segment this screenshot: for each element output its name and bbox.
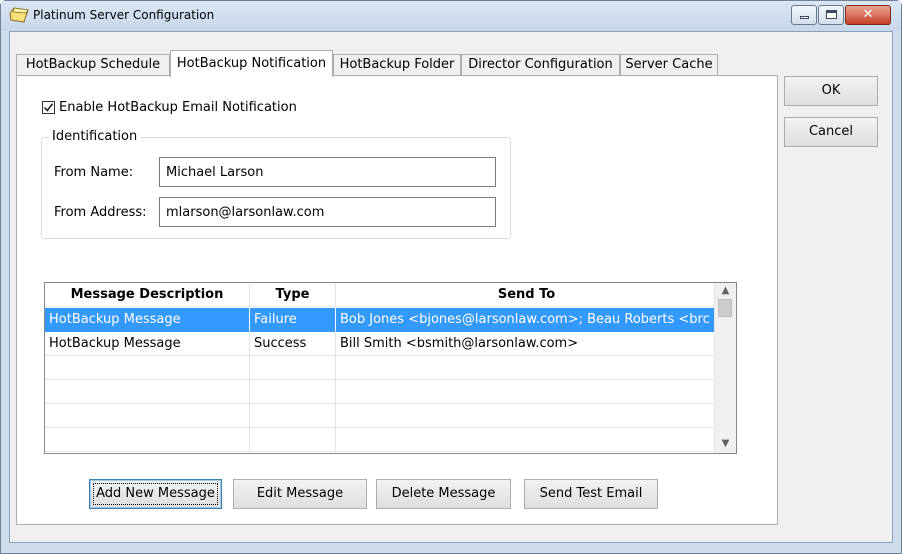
from-address-field[interactable]	[159, 197, 496, 227]
cell-description	[45, 404, 250, 428]
message-list-scrollbar[interactable]: ▲ ▼	[714, 283, 736, 453]
cell-description	[45, 428, 250, 452]
scroll-up-icon[interactable]: ▲	[715, 283, 736, 299]
message-row[interactable]: HotBackup Message Failure Bob Jones <bjo…	[45, 308, 717, 332]
identification-group-title: Identification	[49, 129, 141, 144]
cell-type	[250, 356, 336, 380]
message-list[interactable]: Message Description Type Send To HotBack…	[44, 282, 737, 454]
cell-send-to	[336, 356, 717, 380]
scroll-down-icon[interactable]: ▼	[715, 436, 736, 452]
close-icon: ✕	[862, 7, 874, 22]
tab-label: HotBackup Notification	[176, 56, 327, 71]
column-header-message-description[interactable]: Message Description	[45, 283, 250, 307]
add-new-message-button[interactable]: Add New Message	[89, 479, 222, 509]
cell-send-to	[336, 380, 717, 404]
minimize-icon	[800, 16, 809, 19]
close-button[interactable]: ✕	[845, 5, 891, 25]
cell-send-to: Bill Smith <bsmith@larsonlaw.com>	[336, 332, 717, 356]
app-icon	[9, 7, 29, 23]
cell-type	[250, 428, 336, 452]
cell-send-to	[336, 428, 717, 452]
cell-type	[250, 404, 336, 428]
cell-type	[250, 380, 336, 404]
column-header-type[interactable]: Type	[250, 283, 336, 307]
tab-label: Server Cache	[625, 57, 713, 72]
cell-send-to	[336, 404, 717, 428]
ok-button[interactable]: OK	[784, 76, 878, 106]
message-row-empty[interactable]	[45, 356, 717, 380]
tab-label: HotBackup Schedule	[25, 57, 161, 72]
cell-send-to: Bob Jones <bjones@larsonlaw.com>; Beau R…	[336, 308, 717, 332]
cell-description: HotBackup Message	[45, 332, 250, 356]
tab-hotbackup-schedule[interactable]: HotBackup Schedule	[16, 54, 170, 76]
checkmark-icon	[43, 103, 54, 112]
message-row-empty[interactable]	[45, 404, 717, 428]
title-bar[interactable]: Platinum Server Configuration ✕	[1, 1, 901, 31]
from-address-label: From Address:	[54, 205, 147, 220]
column-header-send-to[interactable]: Send To	[336, 283, 717, 307]
tab-server-cache[interactable]: Server Cache	[620, 54, 718, 76]
maximize-button[interactable]	[818, 5, 844, 25]
message-row-empty[interactable]	[45, 428, 717, 452]
cancel-button[interactable]: Cancel	[784, 117, 878, 147]
edit-message-button[interactable]: Edit Message	[233, 479, 367, 509]
message-list-header: Message Description Type Send To	[45, 283, 717, 307]
delete-message-button[interactable]: Delete Message	[376, 479, 511, 509]
cell-type: Success	[250, 332, 336, 356]
cell-description	[45, 380, 250, 404]
window-title: Platinum Server Configuration	[33, 8, 215, 22]
send-test-email-button[interactable]: Send Test Email	[524, 479, 658, 509]
checkbox-box[interactable]	[42, 101, 55, 114]
tab-director-configuration[interactable]: Director Configuration	[461, 54, 620, 76]
tab-hotbackup-folder[interactable]: HotBackup Folder	[333, 54, 461, 76]
minimize-button[interactable]	[791, 5, 817, 25]
from-name-label: From Name:	[54, 165, 134, 180]
add-new-message-label: Add New Message	[96, 486, 215, 501]
cell-description: HotBackup Message	[45, 308, 250, 332]
message-row-empty[interactable]	[45, 380, 717, 404]
from-name-field[interactable]	[159, 157, 496, 187]
message-row[interactable]: HotBackup Message Success Bill Smith <bs…	[45, 332, 717, 356]
maximize-icon	[826, 10, 837, 19]
cell-type: Failure	[250, 308, 336, 332]
scroll-thumb[interactable]	[718, 299, 732, 317]
enable-notification-label: Enable HotBackup Email Notification	[59, 100, 297, 115]
cell-description	[45, 356, 250, 380]
tab-hotbackup-notification[interactable]: HotBackup Notification	[170, 50, 333, 77]
tab-label: Director Configuration	[468, 57, 613, 72]
tab-label: HotBackup Folder	[339, 57, 455, 72]
